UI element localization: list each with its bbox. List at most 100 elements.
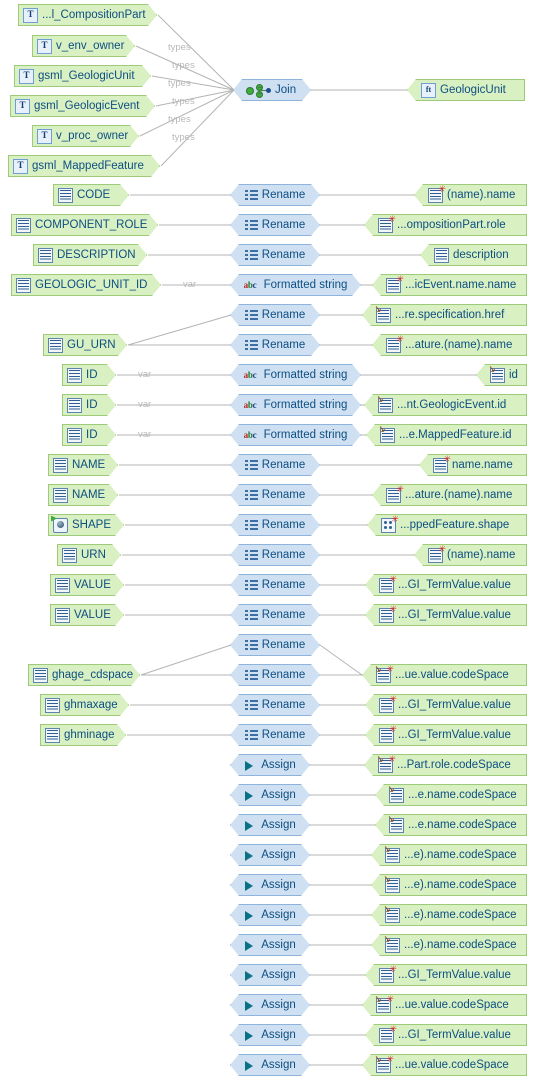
function-node[interactable]: Assign — [230, 844, 310, 866]
function-node[interactable]: Assign — [230, 784, 310, 806]
property-icon: ✳ — [386, 484, 403, 503]
target-property-node[interactable]: ✳ ↘ ...ue.value.codeSpace — [362, 1054, 527, 1076]
source-property-node[interactable]: DESCRIPTION — [33, 244, 147, 266]
source-type-node[interactable]: T ...l_CompositionPart — [18, 4, 157, 26]
function-node[interactable]: Rename — [230, 634, 320, 656]
function-node[interactable]: abc Formatted string — [230, 274, 361, 296]
function-node[interactable]: Rename — [230, 184, 320, 206]
target-type-node[interactable]: ft GeologicUnit — [407, 79, 525, 101]
target-property-node[interactable]: ✳ ↘ ...Part.role.codeSpace — [364, 754, 527, 776]
property-icon: ↘ — [382, 934, 400, 953]
target-property-node[interactable]: ↘ ...re.specification.href — [362, 304, 527, 326]
function-node[interactable]: Rename — [230, 214, 320, 236]
function-node[interactable]: Rename — [230, 724, 320, 746]
target-property-node[interactable]: ✳ ...GI_TermValue.value — [365, 694, 527, 716]
node-label: ...GI_TermValue.value — [398, 579, 511, 591]
function-node[interactable]: Assign — [230, 994, 310, 1016]
target-property-node[interactable]: ✳ ...GI_TermValue.value — [365, 1024, 527, 1046]
source-property-node[interactable]: URN — [57, 544, 121, 566]
target-property-node[interactable]: description — [420, 244, 527, 266]
target-property-node[interactable]: ↘ ...e).name.codeSpace — [371, 874, 527, 896]
target-property-node[interactable]: ✳ ...ature.(name).name — [372, 484, 527, 506]
function-node[interactable]: Rename — [230, 244, 320, 266]
target-property-node[interactable]: ↘ ...e.name.codeSpace — [375, 784, 527, 806]
source-property-node[interactable]: CODE — [53, 184, 129, 206]
function-node[interactable]: Rename — [230, 304, 320, 326]
source-property-node[interactable]: NAME — [48, 454, 118, 476]
type-icon: T — [23, 8, 38, 23]
target-property-node[interactable]: ✳ ...GI_TermValue.value — [365, 604, 527, 626]
source-type-node[interactable]: Tgsml_GeologicUnit — [14, 65, 151, 87]
source-property-node[interactable]: ghminage — [40, 724, 126, 746]
target-property-node[interactable]: ✳ ↘ ...ue.value.codeSpace — [362, 664, 527, 686]
source-property-node[interactable]: ghage_cdspace — [28, 664, 140, 686]
function-node[interactable]: Rename — [230, 694, 320, 716]
target-property-node[interactable]: ✳ name.name — [419, 454, 527, 476]
reference-arrow-icon: ↘ — [373, 303, 382, 315]
function-node[interactable]: abc Formatted string — [230, 394, 361, 416]
function-node[interactable]: abc Formatted string — [230, 364, 361, 386]
function-node[interactable]: Rename — [230, 514, 320, 536]
node-label: GeologicUnit — [440, 84, 506, 96]
function-node[interactable]: Assign — [230, 1024, 310, 1046]
target-property-node[interactable]: ↘ ...nt.GeologicEvent.id — [364, 394, 527, 416]
function-node[interactable]: Assign — [230, 874, 310, 896]
function-node[interactable]: Rename — [230, 484, 320, 506]
source-property-node[interactable]: COMPONENT_ROLE — [11, 214, 158, 236]
function-node[interactable]: Assign — [230, 1054, 310, 1076]
target-property-node[interactable]: ✳ ...GI_TermValue.value — [365, 964, 527, 986]
source-property-node[interactable]: VALUE — [50, 574, 124, 596]
source-property-node[interactable]: ID — [62, 364, 116, 386]
assign-icon — [244, 909, 257, 922]
target-property-node[interactable]: ✳ ...GI_TermValue.value — [365, 724, 527, 746]
target-property-node[interactable]: ✳ (name).name — [414, 544, 527, 566]
target-property-node[interactable]: ✳ ...icEvent.name.name — [372, 274, 527, 296]
function-node[interactable]: Assign — [230, 934, 310, 956]
node-label: ...ue.value.codeSpace — [395, 999, 509, 1011]
target-property-node[interactable]: ✳ (name).name — [414, 184, 527, 206]
node-label: ...e.MappedFeature.id — [399, 429, 512, 441]
function-node[interactable]: Assign — [230, 754, 310, 776]
target-property-node[interactable]: ✳ ...ompositionPart.role — [364, 214, 527, 236]
function-node[interactable]: Rename — [230, 574, 320, 596]
target-property-node[interactable]: ✳ ...GI_TermValue.value — [365, 574, 527, 596]
target-property-node[interactable]: ✳ ↘ ...ue.value.codeSpace — [362, 994, 527, 1016]
source-property-node[interactable]: NAME — [48, 484, 118, 506]
property-icon — [16, 278, 31, 293]
join-node[interactable]: Join — [233, 79, 311, 101]
function-node[interactable]: Assign — [230, 814, 310, 836]
target-property-node[interactable]: ↘ ...e).name.codeSpace — [371, 934, 527, 956]
node-label: ...GI_TermValue.value — [398, 969, 511, 981]
function-node[interactable]: Rename — [230, 604, 320, 626]
source-property-node[interactable]: VALUE — [50, 604, 124, 626]
edge-label-var: var — [138, 429, 152, 440]
function-node[interactable]: Rename — [230, 454, 320, 476]
target-property-node[interactable]: ↘ ...e.name.codeSpace — [375, 814, 527, 836]
target-property-node[interactable]: ↘ id — [476, 364, 527, 386]
function-node[interactable]: Rename — [230, 334, 320, 356]
target-property-node[interactable]: ✳ ...ature.(name).name — [372, 334, 527, 356]
function-node[interactable]: Assign — [230, 904, 310, 926]
source-property-node[interactable]: ID — [62, 394, 116, 416]
node-label: ...e).name.codeSpace — [404, 849, 517, 861]
source-type-node[interactable]: Tgsml_MappedFeature — [8, 155, 160, 177]
function-node[interactable]: abc Formatted string — [230, 424, 361, 446]
source-property-node[interactable]: ID — [62, 424, 116, 446]
target-property-node[interactable]: ↘ ...e.MappedFeature.id — [366, 424, 527, 446]
target-property-node[interactable]: ✳ ...ppedFeature.shape — [367, 514, 527, 536]
source-property-node[interactable]: GEOLOGIC_UNIT_ID — [11, 274, 161, 296]
target-property-node[interactable]: ↘ ...e).name.codeSpace — [371, 844, 527, 866]
source-type-node[interactable]: Tgsml_GeologicEvent — [10, 95, 155, 117]
function-node[interactable]: Rename — [230, 664, 320, 686]
node-label: ...l_CompositionPart — [42, 9, 146, 21]
source-property-node[interactable]: SHAPE — [48, 514, 124, 536]
source-property-node[interactable]: ghmaxage — [40, 694, 129, 716]
source-property-node[interactable]: GU_URN — [43, 334, 127, 356]
source-type-node[interactable]: Tv_env_owner — [32, 35, 135, 57]
function-node[interactable]: Assign — [230, 964, 310, 986]
assign-icon — [244, 789, 257, 802]
node-label: ID — [86, 369, 98, 381]
source-type-node[interactable]: Tv_proc_owner — [32, 125, 139, 147]
target-property-node[interactable]: ↘ ...e).name.codeSpace — [371, 904, 527, 926]
function-node[interactable]: Rename — [230, 544, 320, 566]
